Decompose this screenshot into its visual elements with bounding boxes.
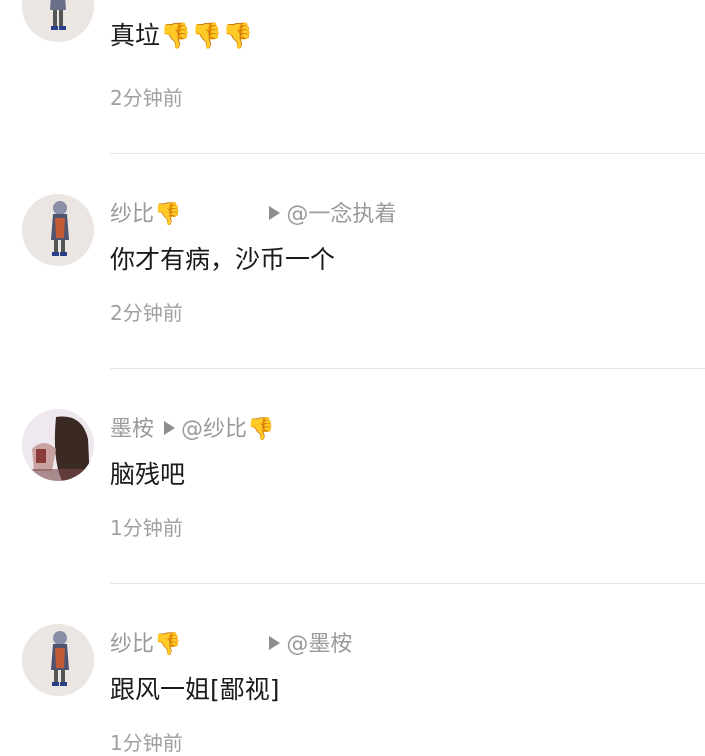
comment-time: 2分钟前 bbox=[110, 301, 183, 325]
play-triangle-icon bbox=[269, 636, 281, 650]
avatar[interactable] bbox=[22, 409, 94, 481]
comment-time: 1分钟前 bbox=[110, 731, 183, 755]
comment-header: 纱比👎 @墨桉 bbox=[110, 630, 352, 660]
divider bbox=[110, 153, 705, 154]
divider bbox=[110, 583, 705, 584]
username[interactable]: 墨桉 bbox=[110, 417, 154, 442]
username[interactable]: 纱比👎 bbox=[110, 632, 181, 657]
avatar[interactable] bbox=[22, 194, 94, 266]
play-triangle-icon bbox=[164, 421, 176, 435]
play-triangle-icon bbox=[269, 206, 281, 220]
anime-character-avatar-icon bbox=[22, 624, 94, 696]
comment-text: 跟风一姐[鄙视] bbox=[110, 675, 280, 704]
comment-header: 墨桉 @纱比👎 bbox=[110, 415, 274, 445]
username[interactable]: 纱比👎 bbox=[110, 202, 181, 227]
comment-time: 1分钟前 bbox=[110, 516, 183, 540]
comment-text: 脑残吧 bbox=[110, 460, 186, 489]
divider bbox=[110, 368, 705, 369]
dark-hair-girl-avatar-icon bbox=[22, 409, 94, 481]
comment-header: 纱比👎 @一念执着 bbox=[110, 200, 396, 230]
avatar[interactable] bbox=[22, 0, 94, 42]
reply-target[interactable]: @墨桉 bbox=[286, 632, 352, 657]
anime-character-avatar-icon bbox=[22, 0, 94, 42]
reply-target[interactable]: @一念执着 bbox=[286, 202, 396, 227]
comment-feed: 真垃👎👎👎 2分钟前 纱比👎 @一念执着 你才有病，沙币一个 2分钟前 墨桉 @… bbox=[0, 0, 705, 756]
comment-text: 你才有病，沙币一个 bbox=[110, 245, 336, 274]
anime-character-avatar-icon bbox=[22, 194, 94, 266]
reply-target[interactable]: @纱比👎 bbox=[181, 417, 274, 442]
comment-time: 2分钟前 bbox=[110, 86, 183, 110]
comment-text: 真垃👎👎👎 bbox=[110, 21, 254, 50]
avatar[interactable] bbox=[22, 624, 94, 696]
